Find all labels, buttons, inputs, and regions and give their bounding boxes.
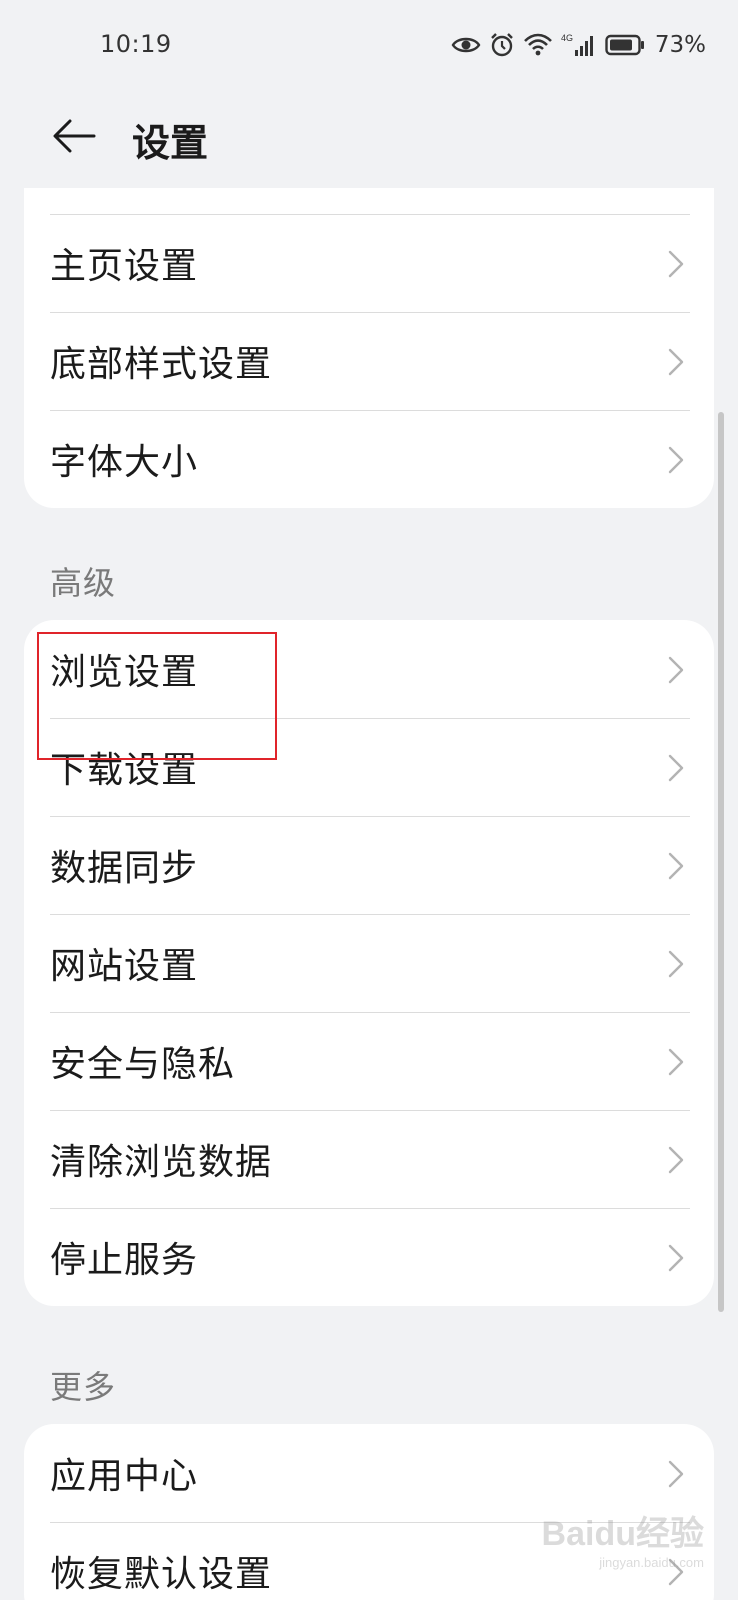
list-item-font-size[interactable]: 字体大小 xyxy=(24,410,714,508)
alarm-icon xyxy=(489,32,515,58)
chevron-right-icon xyxy=(668,446,684,474)
chevron-right-icon xyxy=(668,656,684,684)
status-icons: 4G 73% xyxy=(451,28,706,62)
back-button[interactable] xyxy=(46,108,102,164)
list-item-security-privacy[interactable]: 安全与隐私 xyxy=(24,1012,714,1110)
list-item-label: 应用中心 xyxy=(50,1456,199,1497)
scrollbar[interactable] xyxy=(718,412,724,1312)
watermark-logo: Baidu经验 jingyan.baidu.com xyxy=(542,1506,704,1570)
arrow-left-icon xyxy=(53,119,96,153)
chevron-right-icon xyxy=(668,754,684,782)
list-item-label: 停止服务 xyxy=(50,1240,199,1281)
section-title-advanced: 高级 xyxy=(50,564,117,602)
chevron-right-icon xyxy=(668,1146,684,1174)
list-item-label: 网站设置 xyxy=(50,946,199,987)
eye-icon xyxy=(451,34,481,56)
battery-icon xyxy=(605,34,645,56)
chevron-right-icon xyxy=(668,348,684,376)
list-item-clear-browsing-data[interactable]: 清除浏览数据 xyxy=(24,1110,714,1208)
list-item-label: 清除浏览数据 xyxy=(50,1142,273,1183)
list-item-label: 主页设置 xyxy=(50,246,199,287)
chevron-right-icon xyxy=(668,1048,684,1076)
header: 设置 xyxy=(0,96,738,176)
section-title-more: 更多 xyxy=(50,1368,117,1406)
chevron-right-icon xyxy=(668,950,684,978)
battery-percentage: 73% xyxy=(654,32,706,58)
chevron-right-icon xyxy=(668,1244,684,1272)
list-item-stop-service[interactable]: 停止服务 xyxy=(24,1208,714,1306)
watermark-text: Baidu经验 xyxy=(541,1515,704,1553)
wifi-icon xyxy=(523,33,553,57)
list-item-label: 字体大小 xyxy=(50,442,199,483)
status-bar: 10:19 4G 73% xyxy=(0,0,738,92)
highlight-annotation xyxy=(37,632,277,760)
signal-icon: 4G xyxy=(561,32,597,58)
list-item-site-settings[interactable]: 网站设置 xyxy=(24,914,714,1012)
list-item-clipped[interactable] xyxy=(24,188,714,214)
chevron-right-icon xyxy=(668,1460,684,1488)
settings-card-general: 主页设置 底部样式设置 字体大小 xyxy=(24,188,714,508)
list-item-data-sync[interactable]: 数据同步 xyxy=(24,816,714,914)
list-item-label: 恢复默认设置 xyxy=(50,1554,273,1595)
watermark-url: jingyan.baidu.com xyxy=(599,1555,704,1570)
list-item-label: 安全与隐私 xyxy=(50,1044,236,1085)
page-title: 设置 xyxy=(132,121,209,165)
list-item-label: 数据同步 xyxy=(50,848,199,889)
chevron-right-icon xyxy=(668,852,684,880)
list-item-bottom-style-settings[interactable]: 底部样式设置 xyxy=(24,312,714,410)
list-item-homepage-settings[interactable]: 主页设置 xyxy=(24,214,714,312)
list-item-label: 底部样式设置 xyxy=(50,344,273,385)
chevron-right-icon xyxy=(668,250,684,278)
network-type: 4G xyxy=(561,33,573,43)
status-time: 10:19 xyxy=(100,30,172,58)
